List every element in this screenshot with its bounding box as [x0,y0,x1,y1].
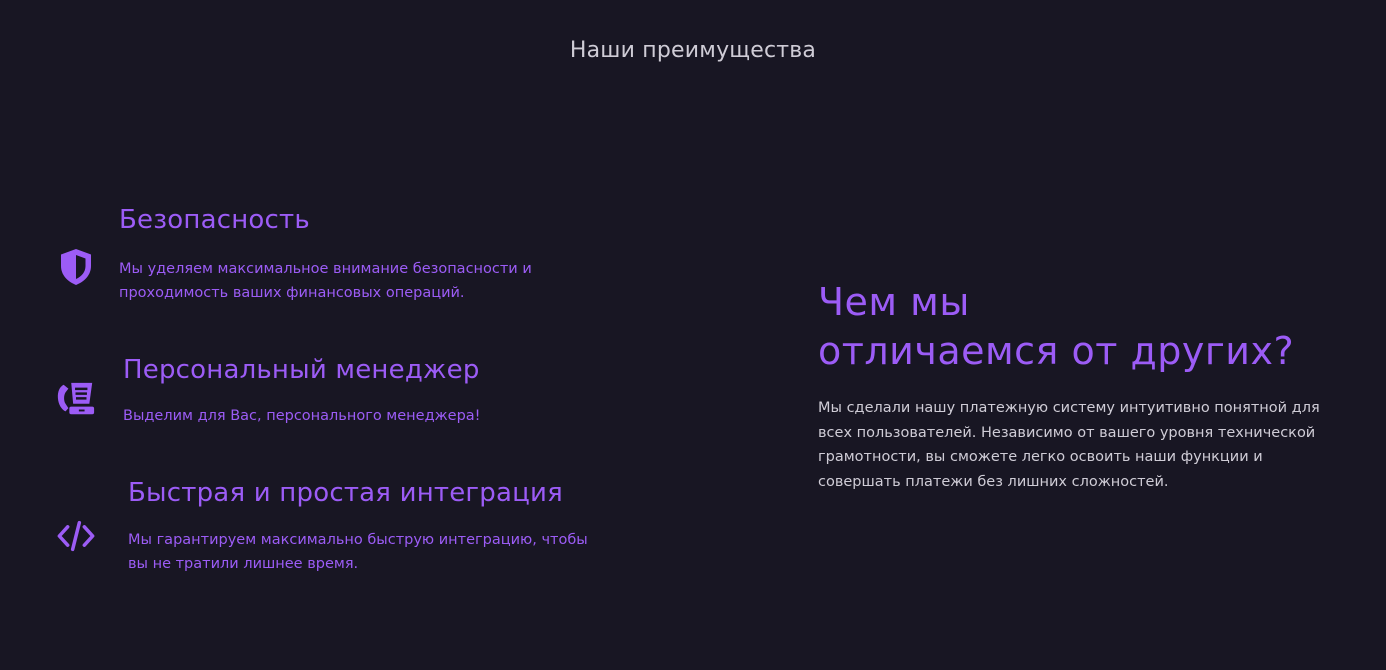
feature-description: Мы гарантируем максимально быструю интег… [128,532,588,572]
manager-phone-icon [56,380,96,420]
code-icon [56,516,96,556]
shield-icon [56,247,96,287]
difference-heading: Чем мы отличаемся от других? [818,280,1295,373]
feature-title: Безопасность [119,205,310,235]
section-title: Наши преимущества [569,38,817,63]
feature-description: Мы уделяем максимальное внимание безопас… [119,261,532,301]
advantages-section: Наши преимущества Безопасность Мы уделяе… [0,0,1386,670]
feature-title: Персональный менеджер [123,355,480,385]
feature-title: Быстрая и простая интеграция [128,478,563,508]
difference-text: Мы сделали нашу платежную систему интуит… [818,400,1320,490]
feature-description: Выделим для Вас, персонального менеджера… [123,408,481,424]
